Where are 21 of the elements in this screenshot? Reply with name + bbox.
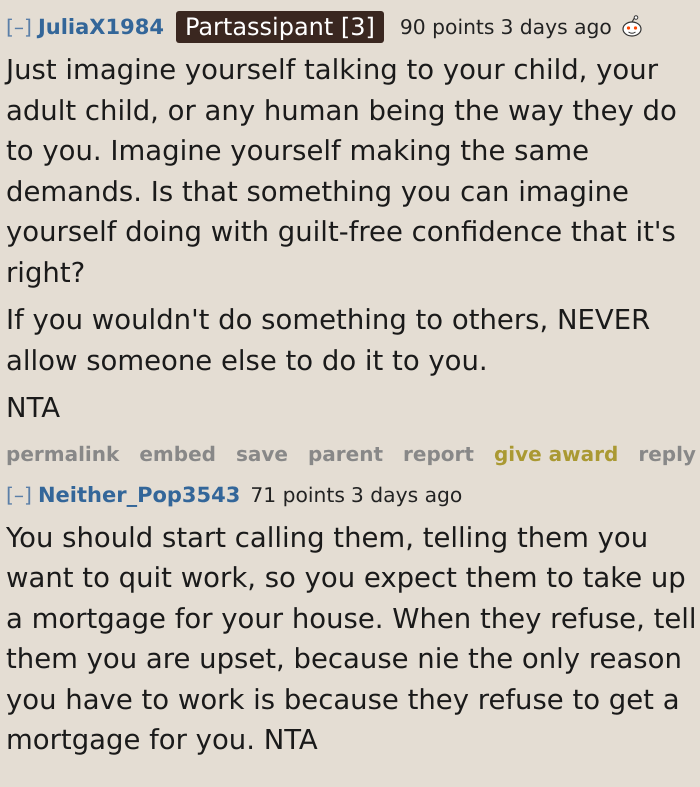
action-link[interactable]: give award [494, 442, 618, 466]
author-link[interactable]: JuliaX1984 [38, 15, 164, 39]
comment-text: Just imagine yourself talking to your child, your adult child, or any human being the way they do to you. Imagine yourself making the same demands. Is that something you can imagine yourself doing with guilt-free confidence that it's right? [6, 53, 678, 290]
user-flair: Partassipant [3] [176, 11, 384, 43]
comment-score: 90 points [400, 15, 494, 39]
action-link[interactable]: permalink [6, 442, 120, 466]
alien-icon [620, 15, 644, 39]
action-link[interactable]: embed [139, 442, 216, 466]
comment-text: If you wouldn't do something to others, NEVER allow someone else to do it to you. [6, 303, 652, 378]
comment-text: NTA [6, 391, 62, 426]
comment-score: 71 points [250, 482, 345, 506]
collapse-toggle[interactable]: [–] [6, 482, 32, 506]
comment-time: 3 days ago [500, 15, 612, 39]
comment-time: 3 days ago [350, 482, 462, 506]
action-link[interactable]: reply [638, 442, 696, 466]
author-link[interactable]: Neither_Pop3543 [38, 482, 240, 506]
action-link[interactable]: report [403, 442, 474, 466]
comment-text: You should start calling them, telling them you want to quit work, so you expect them to take up a mortgage for your house. When they refuse, tell them you are upset, because nie the only reason you have to work is because they refuse to get a mortgage for you. NTA [6, 520, 698, 758]
action-link[interactable]: parent [308, 442, 384, 466]
action-link[interactable]: save [236, 442, 288, 466]
collapse-toggle[interactable]: [–] [6, 15, 32, 39]
